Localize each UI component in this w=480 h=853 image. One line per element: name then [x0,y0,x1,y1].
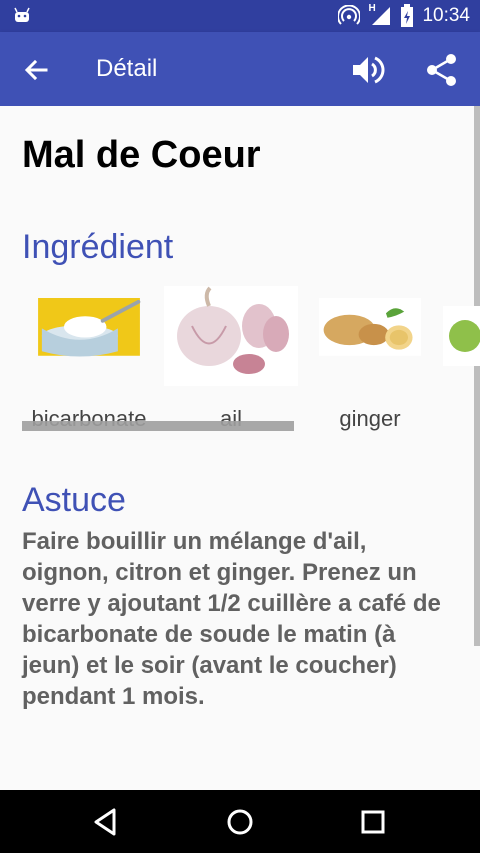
horizontal-scrollbar[interactable] [22,421,294,431]
tip-text: Faire bouillir un mélange d'ail, oignon,… [22,528,441,710]
battery-icon [401,4,414,27]
recents-square-icon[interactable] [355,804,391,840]
home-circle-icon[interactable] [222,804,258,840]
remedy-heading: Mal de Coeur [22,134,261,176]
tip-title: Astuce [22,481,126,519]
ingredients-carousel[interactable]: bicarbonate ail ginger [0,286,480,436]
status-bar: H 10:34 [0,0,480,32]
status-time: 10:34 [422,5,470,26]
signal-icon [372,7,391,25]
speaker-icon[interactable] [349,52,385,88]
hotspot-icon [338,5,361,25]
app-bar: Détail [0,32,480,106]
navigation-bar [0,790,480,853]
ingredient-card-partial[interactable] [443,306,480,366]
back-triangle-icon[interactable] [88,804,124,840]
arrow-back-icon[interactable] [20,54,52,86]
ginger-image [319,298,421,356]
garlic-image [164,286,298,386]
detail-content[interactable]: Mal de Coeur Ingrédient bicarbonate ail … [0,106,480,790]
lime-image [443,306,480,366]
android-icon [14,7,30,22]
share-icon[interactable] [424,52,460,88]
ingredients-title: Ingrédient [22,228,174,266]
bicarbonate-image [38,298,141,357]
page-title: Détail [96,55,158,82]
ingredient-label: ginger [339,406,401,431]
